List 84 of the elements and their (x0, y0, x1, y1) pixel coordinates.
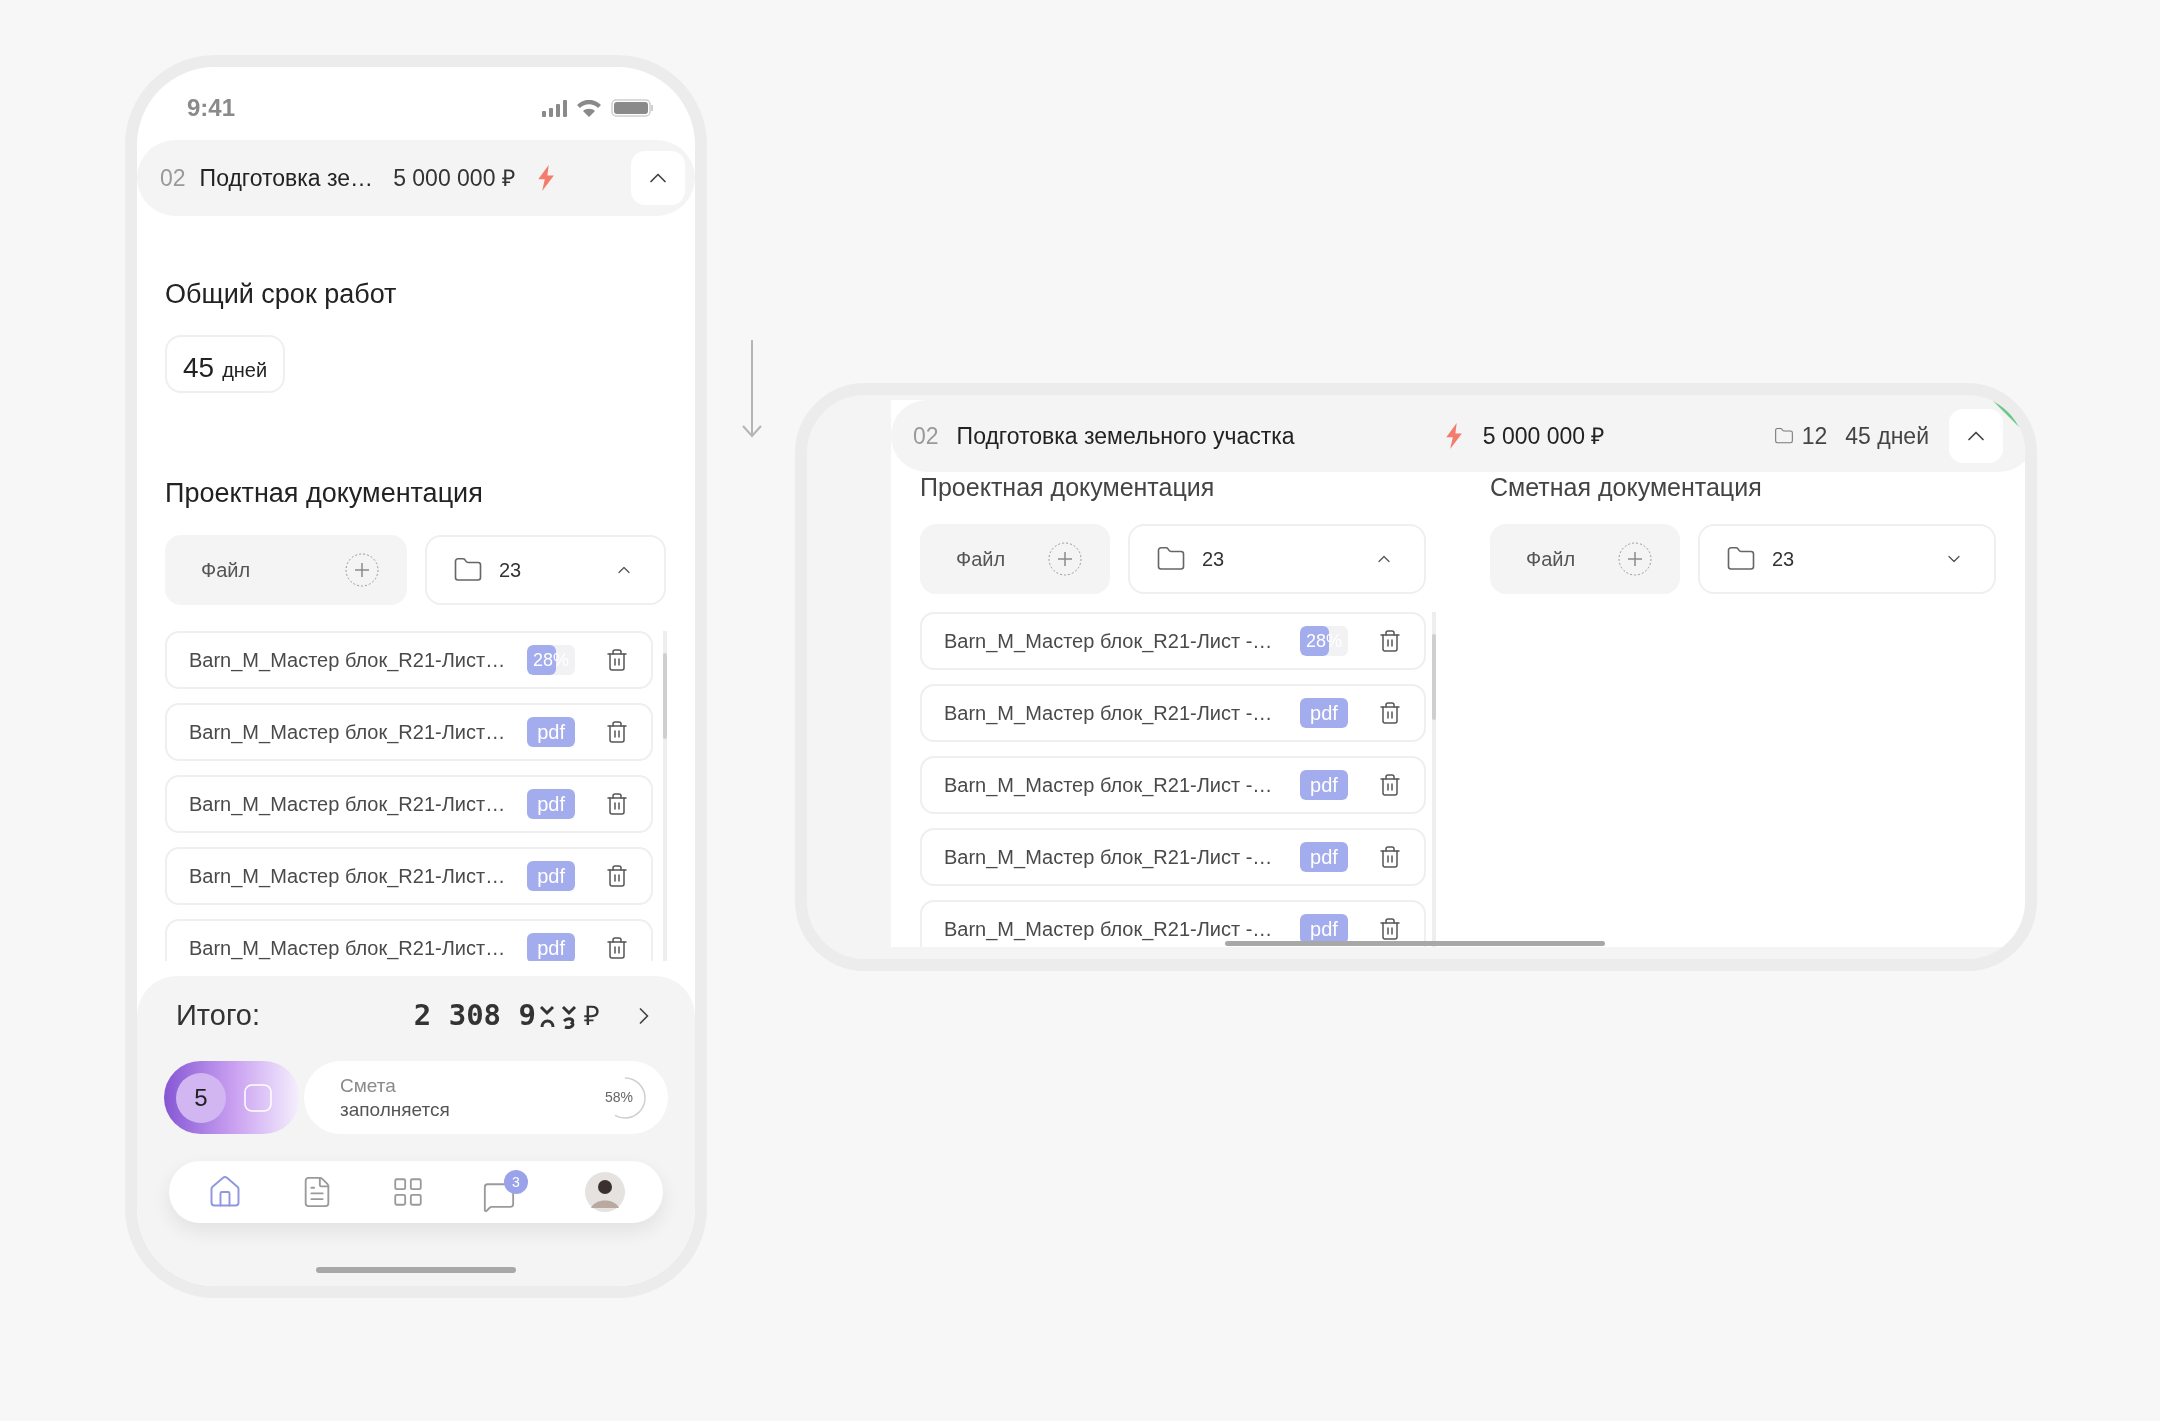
battery-icon (611, 98, 653, 117)
delete-icon[interactable] (1378, 917, 1402, 941)
file-row[interactable]: Barn_M_Мастер блок_R21-Лист -… pdf (920, 828, 1426, 886)
file-type-badge: pdf (527, 933, 576, 961)
grid-tab[interactable] (391, 1175, 425, 1209)
delete-icon[interactable] (1378, 845, 1402, 869)
folder-dropdown[interactable]: 23 (1128, 524, 1426, 594)
signal-icon (542, 99, 567, 117)
file-name: Barn_M_Мастер блок_R21-Лист -… (944, 845, 1274, 871)
section-title: Сметная документация (1490, 472, 1763, 502)
file-row[interactable]: Barn_M_Мастер блок_R21-Лист… pdf (165, 919, 654, 961)
file-name: Barn_M_Мастер блок_R21-Лист… (189, 720, 507, 746)
estimate-status-card[interactable]: Смета заполняется 58% (304, 1061, 668, 1134)
delete-icon[interactable] (605, 648, 630, 672)
section-title: Проектная документация (920, 472, 1216, 502)
estimate-label: Смета (340, 1073, 397, 1098)
delete-icon[interactable] (605, 864, 630, 888)
delete-icon[interactable] (1378, 701, 1402, 725)
folder-dropdown[interactable]: 23 (425, 535, 666, 605)
file-name: Barn_M_Мастер блок_R21-Лист… (189, 648, 507, 674)
delete-icon[interactable] (605, 720, 630, 744)
total-label: Итого: (176, 998, 261, 1034)
file-type-badge: pdf (1300, 770, 1348, 800)
folder-icon (1773, 426, 1794, 446)
duration-value: 45 (183, 350, 215, 385)
total-currency: ₽ (584, 999, 600, 1033)
stage-header[interactable]: 02 Подготовка земельного участка 5 000 000 ₽ 12 45 дней (891, 400, 2025, 472)
add-file-button[interactable]: Файл (165, 535, 407, 605)
lightning-icon (1444, 423, 1463, 449)
file-name: Barn_M_Мастер блок_R21-Лист -… (944, 629, 1274, 655)
unread-badge: 3 (503, 1170, 528, 1194)
status-time: 9:41 (187, 92, 236, 123)
file-name: Barn_M_Мастер блок_R21-Лист… (189, 792, 507, 818)
file-row[interactable]: Barn_M_Мастер блок_R21-Лист… pdf (165, 847, 654, 905)
lightning-icon (536, 165, 556, 191)
file-type-badge: pdf (527, 861, 576, 891)
delete-icon[interactable] (605, 936, 630, 960)
stage-price: 5 000 000 ₽ (393, 163, 515, 193)
file-name: Barn_M_Мастер блок_R21-Лист -… (944, 773, 1274, 799)
stage-title: Подготовка земельного участка (956, 421, 1295, 451)
file-name: Barn_M_Мастер блок_R21-Лист -… (944, 917, 1274, 943)
folder-count: 12 (1801, 421, 1828, 451)
file-row[interactable]: Barn_M_Мастер блок_R21-Лист… pdf (165, 775, 654, 833)
add-file-button[interactable]: Файл (920, 524, 1110, 594)
stage-number: 02 (160, 163, 186, 193)
file-type-badge: pdf (1300, 842, 1348, 872)
add-icon (1048, 542, 1082, 576)
avatar[interactable] (584, 1172, 625, 1212)
delete-icon[interactable] (1378, 629, 1402, 653)
stage-title: Подготовка зе… (199, 163, 374, 193)
section-title: Проектная документация (165, 476, 484, 510)
estimate-count: 5 (176, 1072, 226, 1123)
stage-header[interactable]: 02 Подготовка зе… 5 000 000 ₽ (137, 140, 695, 216)
delete-icon[interactable] (1378, 773, 1402, 797)
section-title: Общий срок работ (165, 278, 398, 311)
estimate-count-pill[interactable]: 5 (164, 1061, 300, 1134)
duration-unit: дней (222, 357, 268, 383)
file-type-badge: pdf (527, 789, 576, 819)
file-row[interactable]: Barn_M_Мастер блок_R21-Лист -… pdf (920, 756, 1426, 814)
square-outline-icon (244, 1083, 272, 1112)
file-row[interactable]: Barn_M_Мастер блок_R21-Лист -… pdf (920, 684, 1426, 742)
total-amount: 2 308 9 (413, 997, 536, 1035)
file-type-badge: pdf (527, 717, 576, 747)
file-name: Barn_M_Мастер блок_R21-Лист… (189, 864, 507, 890)
add-icon (345, 553, 379, 587)
file-name: Barn_M_Мастер блок_R21-Лист -… (944, 701, 1274, 727)
wifi-icon (577, 99, 601, 117)
progress-percent: 58% (605, 1088, 633, 1107)
file-row[interactable]: Barn_M_Мастер блок_R21-Лист… pdf (165, 703, 654, 761)
add-icon (1618, 542, 1652, 576)
horizontal-scrollbar[interactable] (1225, 941, 1605, 946)
file-type-badge: pdf (1300, 698, 1348, 728)
scrollbar[interactable] (663, 631, 667, 961)
delete-icon[interactable] (605, 792, 630, 816)
estimate-status: заполняется (340, 1097, 450, 1122)
folder-dropdown[interactable]: 23 (1698, 524, 1996, 594)
stage-number: 02 (913, 421, 939, 451)
scrollbar[interactable] (1432, 612, 1436, 947)
file-row[interactable]: Barn_M_Мастер блок_R21-Лист -… pdf (920, 900, 1426, 947)
stage-price: 5 000 000 ₽ (1482, 421, 1605, 451)
stage-duration: 45 дней (1845, 421, 1929, 451)
file-type-badge: pdf (1300, 914, 1348, 944)
add-file-button[interactable]: Файл (1490, 524, 1680, 594)
file-name: Barn_M_Мастер блок_R21-Лист… (189, 936, 507, 961)
